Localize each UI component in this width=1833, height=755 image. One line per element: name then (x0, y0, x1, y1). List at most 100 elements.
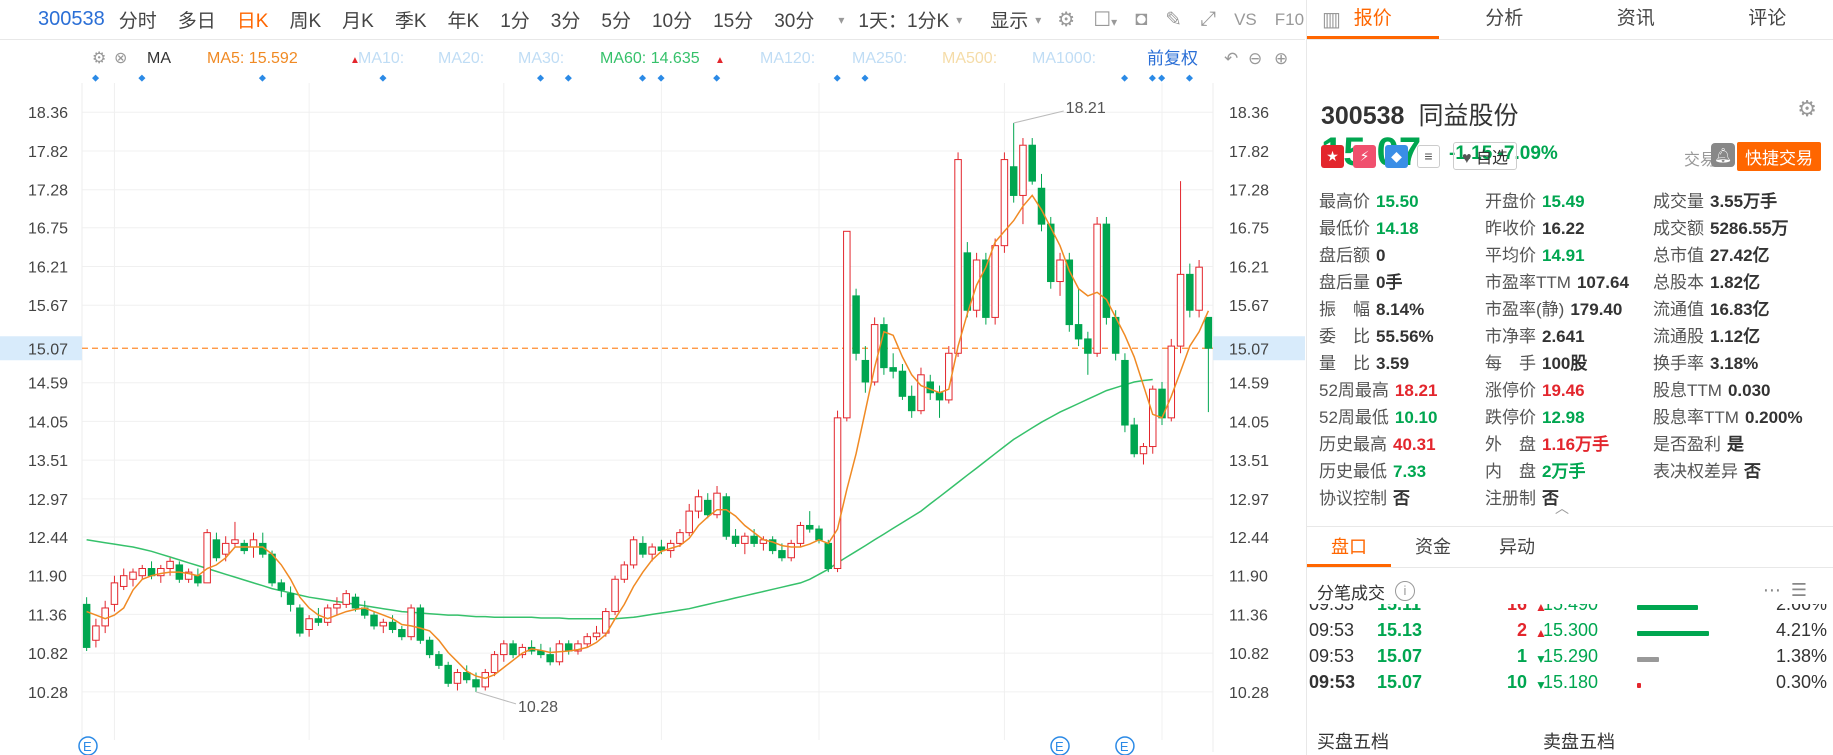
candle[interactable] (194, 568, 202, 587)
candle[interactable] (982, 252, 990, 325)
add-watchlist-button[interactable]: ♥ 自选 (1453, 142, 1517, 170)
event-marker[interactable] (833, 74, 841, 82)
candle[interactable] (277, 579, 286, 598)
candle[interactable] (1084, 331, 1092, 375)
candle[interactable] (685, 503, 693, 537)
candle[interactable] (880, 317, 888, 375)
event-marker[interactable] (1121, 74, 1129, 82)
candle[interactable] (500, 640, 508, 662)
candle[interactable] (639, 536, 647, 558)
candle[interactable] (119, 568, 128, 591)
fullscreen-icon[interactable]: ⤢ (1200, 8, 1216, 31)
candle[interactable] (629, 536, 638, 569)
panel-tab-1[interactable]: 分析 (1439, 0, 1571, 39)
event-marker[interactable] (1158, 74, 1166, 82)
candle[interactable] (852, 288, 860, 361)
candle[interactable] (481, 668, 490, 691)
candle[interactable] (583, 633, 591, 648)
candle[interactable] (110, 575, 119, 612)
panel-tab-2[interactable]: 资讯 (1570, 0, 1702, 39)
vs-compare-icon[interactable]: VS (1234, 10, 1257, 30)
candle[interactable] (323, 604, 332, 626)
candle[interactable] (926, 374, 934, 400)
close-icon[interactable]: ⊗ (114, 50, 127, 67)
candle[interactable] (1009, 122, 1018, 203)
tag-icon[interactable]: ◆ (1385, 144, 1408, 168)
candle[interactable] (453, 668, 462, 691)
f10-icon[interactable]: F10 (1275, 10, 1304, 30)
event-marker[interactable] (564, 74, 572, 82)
period-tab-4[interactable]: 月K (342, 6, 374, 33)
order-tab-0[interactable]: 盘口 (1307, 527, 1391, 567)
ma-legend-ma120[interactable]: MA120: (760, 50, 815, 67)
candle[interactable] (129, 568, 137, 587)
period-tab-9[interactable]: 5分 (601, 6, 631, 33)
more-icon[interactable]: ⋯ ☰ (1763, 580, 1807, 601)
document-icon[interactable]: ≡ (1417, 144, 1440, 168)
candle[interactable] (203, 529, 211, 584)
ma-legend-ma250[interactable]: MA250: (852, 50, 907, 67)
event-marker[interactable] (1185, 74, 1194, 82)
event-marker[interactable] (657, 74, 665, 82)
candle[interactable] (945, 346, 953, 404)
candle[interactable] (1176, 181, 1185, 354)
period-tab-12[interactable]: 30分 (774, 6, 814, 33)
candle[interactable] (861, 346, 870, 393)
candle[interactable] (1093, 216, 1101, 357)
candle[interactable] (231, 521, 239, 547)
chevron-up-icon[interactable]: ︿ (1555, 498, 1569, 518)
period-tab-3[interactable]: 周K (289, 6, 321, 33)
period-tab-0[interactable]: 分时 (119, 6, 157, 33)
candle[interactable] (611, 575, 619, 616)
ma-legend-ma10[interactable]: MA10: (358, 50, 404, 67)
adjust-mode-button[interactable]: 前复权 (1147, 49, 1198, 68)
candle[interactable] (843, 230, 851, 422)
candle[interactable] (527, 640, 536, 655)
candle[interactable] (1074, 288, 1083, 347)
candle[interactable] (787, 539, 795, 562)
period-tab-7[interactable]: 1分 (500, 6, 530, 33)
ma-legend-ma5[interactable]: MA5: 15.592 (207, 50, 298, 67)
candle[interactable] (379, 618, 388, 634)
ma-legend-ma500[interactable]: MA500: (942, 50, 997, 67)
candle[interactable] (796, 521, 805, 547)
lightning-icon[interactable]: ⚡ (1353, 144, 1376, 168)
settings-icon[interactable]: ⚙ (1057, 7, 1075, 32)
candle[interactable] (722, 493, 731, 540)
period-tab-2[interactable]: 日K (237, 6, 269, 33)
range-selector[interactable]: 1天：1分K (858, 6, 949, 33)
candle[interactable] (82, 597, 91, 652)
candle[interactable] (889, 353, 897, 379)
event-marker[interactable] (138, 74, 146, 82)
display-menu[interactable]: 显示 (990, 6, 1028, 33)
chevron-down-icon[interactable]: ▾ (956, 13, 962, 27)
candle[interactable] (509, 640, 517, 659)
candle[interactable] (444, 661, 452, 687)
candle[interactable] (555, 640, 564, 666)
candle[interactable] (898, 364, 907, 400)
period-tab-11[interactable]: 15分 (713, 6, 753, 33)
event-marker[interactable] (258, 74, 266, 82)
candle[interactable] (620, 561, 629, 583)
kline-chart[interactable]: ⚙ ⊗ MA MA5: 15.592 MA10: MA20: MA30: MA60: 14.6… (0, 40, 1305, 755)
zoom-in-icon[interactable]: ⊕ (1274, 49, 1288, 68)
event-marker[interactable] (1148, 74, 1156, 82)
candle[interactable] (991, 238, 999, 325)
candle[interactable] (398, 625, 406, 641)
candle[interactable] (713, 486, 721, 519)
candle[interactable] (1148, 385, 1157, 454)
candle[interactable] (833, 410, 842, 573)
candle[interactable] (1037, 173, 1046, 232)
candle[interactable] (1019, 138, 1027, 225)
event-e-icon[interactable]: E (78, 736, 98, 755)
candle[interactable] (741, 532, 749, 555)
candle[interactable] (1121, 353, 1129, 433)
settings-icon[interactable]: ⚙ (92, 50, 106, 67)
event-marker[interactable] (713, 74, 721, 82)
event-marker[interactable] (638, 74, 647, 82)
candle[interactable] (416, 604, 425, 644)
candle[interactable] (731, 529, 740, 547)
candle[interactable] (259, 532, 267, 558)
period-tab-6[interactable]: 年K (448, 6, 480, 33)
square-frame-icon[interactable]: ☐▾ (1093, 7, 1117, 32)
